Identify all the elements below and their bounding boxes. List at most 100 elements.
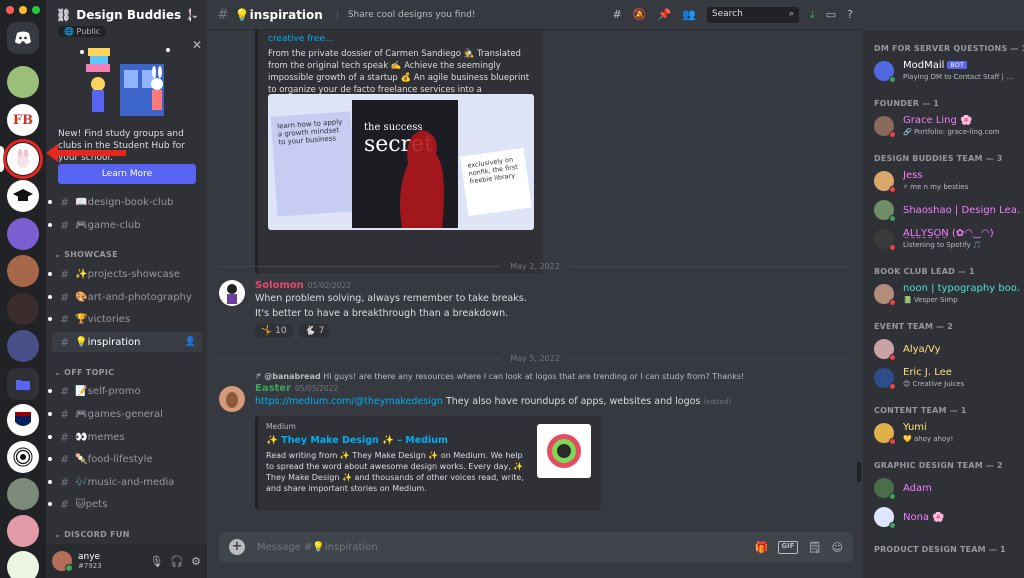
- server-icon-person[interactable]: [7, 478, 39, 510]
- add-member-icon[interactable]: 👤: [185, 337, 196, 347]
- member-item[interactable]: A̤L̤L̤Y̤S̤O̤N̤ (✿◠‿◠) Listening to Spotif…: [874, 226, 1020, 252]
- channel-memes[interactable]: # 👀memes: [48, 427, 202, 447]
- reaction-chip[interactable]: 🤸 10: [255, 324, 293, 338]
- promo-illustration: [70, 42, 178, 120]
- channel-design-book-club[interactable]: # 📖design-book-club: [48, 192, 202, 212]
- server-icon-graduation-cap[interactable]: [7, 180, 39, 212]
- scrollbar-thumb[interactable]: [857, 462, 861, 482]
- member-item[interactable]: Adam: [874, 475, 1020, 501]
- username: anye: [78, 552, 101, 562]
- server-icon-anime-2[interactable]: [7, 293, 39, 325]
- server-icon-plant[interactable]: [7, 66, 39, 98]
- member-item[interactable]: Yumi 💛 ahoy ahoy!: [874, 420, 1020, 446]
- member-item[interactable]: Shaoshao | Design Lea...: [874, 197, 1021, 223]
- user-info[interactable]: anye #7923: [78, 552, 142, 570]
- member-name: Grace Ling 🌸: [903, 115, 1021, 126]
- channel-inspiration[interactable]: # 💡inspiration 👤: [52, 332, 202, 352]
- member-status: 📗 Vesper Simp: [903, 296, 958, 304]
- message-composer[interactable]: + Message #💡inspiration 🎁 GIF 🗒 ☺: [219, 532, 853, 562]
- medium-embed: Medium ✨ They Make Design ✨ – Medium Rea…: [255, 416, 601, 510]
- channel-art-and-photography[interactable]: # 🎨art-and-photography: [48, 287, 202, 307]
- hash-icon: #: [60, 335, 70, 349]
- member-item[interactable]: Alya/Vy: [874, 336, 1020, 362]
- server-icon-anime-1[interactable]: [7, 255, 39, 287]
- avatar[interactable]: [219, 386, 245, 412]
- channel-pets[interactable]: # 🐱pets: [48, 494, 202, 514]
- embed-thumbnail[interactable]: [537, 424, 591, 478]
- member-item[interactable]: Jess ⚡ me n my besties: [874, 168, 1020, 194]
- role-header: CONTENT TEAM — 1: [874, 406, 967, 415]
- server-icon-fb[interactable]: FB: [7, 104, 39, 136]
- inbox-icon[interactable]: ▭: [826, 8, 836, 21]
- member-name: A̤L̤L̤Y̤S̤O̤N̤ (✿◠‿◠): [903, 228, 1021, 239]
- category-discord-fun[interactable]: ⌄ DISCORD FUN: [54, 530, 130, 539]
- embed-title[interactable]: creative free...: [268, 34, 533, 44]
- message-input[interactable]: Message #💡inspiration: [257, 542, 755, 553]
- discord-home-icon[interactable]: [7, 22, 39, 54]
- member-item[interactable]: Eric J. Lee 😊 Creative Juices: [874, 365, 1020, 391]
- channel-food-lifestyle[interactable]: # 🍡food-lifestyle: [48, 449, 202, 469]
- threads-icon[interactable]: #: [613, 8, 622, 21]
- maximize-window-icon[interactable]: [32, 6, 40, 14]
- member-item[interactable]: Grace Ling 🌸 🔗 Portfolio: grace-ling.com: [874, 113, 1020, 139]
- gif-icon[interactable]: GIF: [778, 540, 798, 554]
- member-item[interactable]: Nona 🌸: [874, 504, 1020, 530]
- search-input[interactable]: Search ⌕: [706, 6, 799, 23]
- close-window-icon[interactable]: [6, 6, 14, 14]
- avatar[interactable]: [52, 551, 73, 572]
- minimize-window-icon[interactable]: [19, 6, 27, 14]
- category-showcase[interactable]: ⌄ SHOWCASE: [54, 250, 118, 259]
- presence-dot: [889, 186, 896, 193]
- channel-games-general[interactable]: # 🎮games-general: [48, 404, 202, 424]
- embed-image[interactable]: learn how to apply a growth mindset to y…: [268, 94, 534, 230]
- search-placeholder: Search: [711, 8, 743, 19]
- server-icon-pink[interactable]: [7, 515, 39, 547]
- close-icon[interactable]: ✕: [192, 38, 202, 52]
- gift-icon[interactable]: 🎁: [755, 541, 769, 554]
- avatar[interactable]: [219, 280, 245, 306]
- member-item[interactable]: noon | typography boo... 📗 Vesper Simp: [874, 281, 1021, 307]
- category-off-topic[interactable]: ⌄ OFF TOPIC: [54, 368, 114, 377]
- member-name: Adam: [903, 483, 1021, 494]
- emoji-icon[interactable]: ☺: [832, 541, 843, 554]
- channel-label: 🎶music-and-media: [75, 476, 175, 488]
- microphone-icon[interactable]: 🎙: [149, 555, 163, 568]
- message-list: creative free... From the private dossie…: [207, 30, 863, 528]
- help-icon[interactable]: ?: [847, 8, 853, 21]
- link-embed-success-secret: creative free... From the private dossie…: [255, 30, 543, 274]
- download-icon[interactable]: ⤓: [810, 8, 815, 22]
- server-icon-penn[interactable]: [7, 404, 39, 436]
- learn-more-button[interactable]: Learn More: [58, 164, 196, 184]
- avatar: [874, 368, 896, 390]
- member-name: Alya/Vy: [903, 344, 1021, 355]
- server-icon-radio[interactable]: [7, 441, 39, 473]
- upload-plus-icon[interactable]: +: [229, 539, 245, 555]
- server-icon-green[interactable]: [7, 551, 39, 578]
- member-status: Playing DM to Contact Staff | ...: [903, 73, 1013, 81]
- message-link[interactable]: https://medium.com/@theymakedesign: [255, 396, 443, 407]
- member-item[interactable]: ModMail BOT Playing DM to Contact Staff | …: [874, 58, 1020, 84]
- server-icon-landscape[interactable]: [7, 218, 39, 250]
- message-author[interactable]: Easter: [255, 383, 291, 394]
- channel-self-promo[interactable]: # 📝self-promo: [48, 381, 202, 401]
- member-name-text: Alya/Vy: [903, 344, 941, 355]
- reaction-chip[interactable]: 🐇 7: [298, 324, 331, 338]
- public-label: Public: [76, 27, 101, 36]
- pin-icon[interactable]: 📌: [657, 8, 671, 21]
- member-name: Jess: [903, 170, 1021, 181]
- server-icon-faces[interactable]: [7, 330, 39, 362]
- channel-victories[interactable]: # 🏆victories: [48, 309, 202, 329]
- channel-projects-showcase[interactable]: # ✨projects-showcase: [48, 264, 202, 284]
- sticker-icon[interactable]: 🗒: [808, 541, 822, 554]
- mute-bell-icon[interactable]: 🔕: [633, 8, 647, 21]
- message-author[interactable]: Solomon: [255, 280, 304, 291]
- server-folder-icon[interactable]: [7, 368, 39, 400]
- reply-reference[interactable]: ↱ @banabread Hi guys! are there any reso…: [255, 372, 849, 381]
- channel-topic: Share cool designs you find!: [336, 9, 476, 20]
- chevron-down-icon[interactable]: ⌄: [191, 10, 199, 21]
- gear-icon[interactable]: ⚙: [191, 555, 201, 568]
- channel-music-and-media[interactable]: # 🎶music-and-media: [48, 472, 202, 492]
- members-icon[interactable]: 👥: [682, 8, 696, 21]
- headphones-icon[interactable]: 🎧: [170, 555, 184, 568]
- channel-game-club[interactable]: # 🎮game-club: [48, 215, 202, 235]
